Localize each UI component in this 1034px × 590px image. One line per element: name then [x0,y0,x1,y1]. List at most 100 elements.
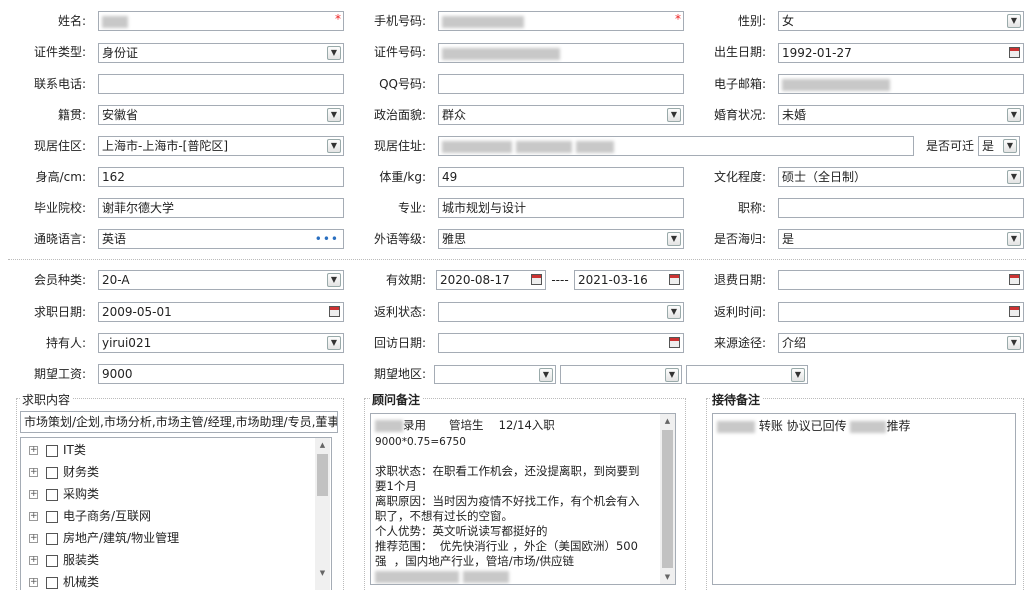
dropdown-arrow-icon[interactable]: ▼ [1007,170,1021,184]
rebate-time-input[interactable] [778,302,1024,322]
native-select[interactable]: 安徽省 ▼ [98,105,344,125]
member-type-select[interactable]: 20-A ▼ [98,270,344,290]
expand-plus-icon[interactable]: + [29,578,38,587]
source-select[interactable]: 介绍 ▼ [778,333,1024,353]
dropdown-arrow-icon[interactable]: ▼ [667,232,681,246]
valid-from-input[interactable]: 2020-08-17 [436,270,546,290]
dropdown-arrow-icon[interactable]: ▼ [665,368,679,382]
lang-level-select[interactable]: 雅思 ▼ [438,229,684,249]
advisor-scrollbar[interactable]: ▲ ▼ [660,414,675,584]
scroll-down-icon[interactable]: ▼ [660,570,675,584]
checkbox-icon[interactable] [46,488,58,501]
reception-note-textarea[interactable]: 转账 协议已回传 推荐 [712,413,1016,585]
jobdate-input[interactable]: 2009-05-01 [98,302,344,322]
expand-plus-icon[interactable]: + [29,446,38,455]
calendar-icon[interactable] [531,274,542,285]
area-city-select[interactable]: ▼ [560,365,682,384]
calendar-icon[interactable] [669,337,680,348]
phone-input[interactable]: * [438,11,684,31]
dropdown-arrow-icon[interactable]: ▼ [327,108,341,122]
refund-date-input[interactable] [778,270,1024,290]
rebate-select[interactable]: ▼ [438,302,684,322]
overseas-select[interactable]: 是 ▼ [778,229,1024,249]
calendar-icon[interactable] [669,274,680,285]
visit-date-input[interactable] [438,333,684,353]
address-input[interactable] [438,136,914,156]
idno-input[interactable] [438,43,684,63]
checkbox-icon[interactable] [46,444,58,457]
tree-item-ecommerce[interactable]: + 电子商务/互联网 [29,506,151,526]
name-input[interactable]: * [98,11,344,31]
checkbox-icon[interactable] [46,510,58,523]
email-input[interactable] [778,74,1024,94]
job-summary-input[interactable]: 市场策划/企划,市场分析,市场主管/经理,市场助理/专员,董事 [20,411,338,433]
scroll-up-icon[interactable]: ▲ [315,438,330,452]
name-label: 姓名: [57,14,86,28]
tree-item-apparel[interactable]: + 服装类 [29,550,99,570]
idtype-value: 身份证 [102,46,139,60]
title-input[interactable] [778,198,1024,218]
dropdown-arrow-icon[interactable]: ▼ [1003,139,1017,153]
political-select[interactable]: 群众 ▼ [438,105,684,125]
height-input[interactable]: 162 [98,167,344,187]
dropdown-arrow-icon[interactable]: ▼ [1007,232,1021,246]
tree-scrollbar[interactable]: ▲ ▼ [315,438,330,590]
expand-plus-icon[interactable]: + [29,534,38,543]
calendar-icon[interactable] [1009,274,1020,285]
dropdown-arrow-icon[interactable]: ▼ [1007,336,1021,350]
checkbox-icon[interactable] [46,466,58,479]
valid-to-input[interactable]: 2021-03-16 [574,270,684,290]
area-district-select[interactable]: ▼ [686,365,808,384]
dropdown-arrow-icon[interactable]: ▼ [1007,108,1021,122]
expand-plus-icon[interactable]: + [29,556,38,565]
birth-date-input[interactable]: 1992-01-27 [778,43,1024,63]
checkbox-icon[interactable] [46,532,58,545]
dropdown-arrow-icon[interactable]: ▼ [327,273,341,287]
area-province-select[interactable]: ▼ [434,365,556,384]
expand-plus-icon[interactable]: + [29,512,38,521]
tree-item-it[interactable]: + IT类 [29,440,86,460]
dropdown-arrow-icon[interactable]: ▼ [667,108,681,122]
dropdown-arrow-icon[interactable]: ▼ [667,305,681,319]
checkbox-icon[interactable] [46,554,58,567]
tree-item-finance[interactable]: + 财务类 [29,462,99,482]
relocate-select[interactable]: 是 ▼ [978,136,1020,156]
region-select[interactable]: 上海市-上海市-[普陀区] ▼ [98,136,344,156]
dropdown-arrow-icon[interactable]: ▼ [1007,14,1021,28]
dropdown-arrow-icon[interactable]: ▼ [327,46,341,60]
expand-plus-icon[interactable]: + [29,468,38,477]
calendar-icon[interactable] [329,306,340,317]
calendar-icon[interactable] [1009,306,1020,317]
dropdown-arrow-icon[interactable]: ▼ [539,368,553,382]
gender-select[interactable]: 女 ▼ [778,11,1024,31]
tree-item-machinery[interactable]: + 机械类 [29,572,99,590]
holder-select[interactable]: yirui021 ▼ [98,333,344,353]
tel-input[interactable] [98,74,344,94]
major-input[interactable]: 城市规划与设计 [438,198,684,218]
marital-select[interactable]: 未婚 ▼ [778,105,1024,125]
rebate-time-label: 返利时间: [713,305,766,319]
scroll-up-icon[interactable]: ▲ [660,414,675,428]
dropdown-arrow-icon[interactable]: ▼ [791,368,805,382]
qq-input[interactable] [438,74,684,94]
idtype-select[interactable]: 身份证 ▼ [98,43,344,63]
ellipsis-icon[interactable]: ••• [315,233,339,245]
job-category-tree[interactable]: + IT类 + 财务类 + 采购类 + 电子商务/互联网 + 房地产/建筑/物业管理 + 服… [20,437,332,590]
calendar-icon[interactable] [1009,47,1020,58]
weight-input[interactable]: 49 [438,167,684,187]
scroll-thumb[interactable] [662,430,673,568]
dropdown-arrow-icon[interactable]: ▼ [327,336,341,350]
political-label: 政治面貌: [373,108,426,122]
advisor-note-textarea[interactable]: 录用 管培生 12/14入职 9000*0.75=6750 求职状态：在职看工作… [370,413,676,585]
tree-item-purchase[interactable]: + 采购类 [29,484,99,504]
school-input[interactable]: 谢菲尔德大学 [98,198,344,218]
checkbox-icon[interactable] [46,576,58,589]
dropdown-arrow-icon[interactable]: ▼ [327,139,341,153]
tree-item-realestate[interactable]: + 房地产/建筑/物业管理 [29,528,179,548]
scroll-thumb[interactable] [317,454,328,496]
lang-input[interactable]: 英语 ••• [98,229,344,249]
expand-plus-icon[interactable]: + [29,490,38,499]
edu-select[interactable]: 硕士（全日制） ▼ [778,167,1024,187]
scroll-down-icon[interactable]: ▼ [315,566,330,580]
salary-input[interactable]: 9000 [98,364,344,384]
